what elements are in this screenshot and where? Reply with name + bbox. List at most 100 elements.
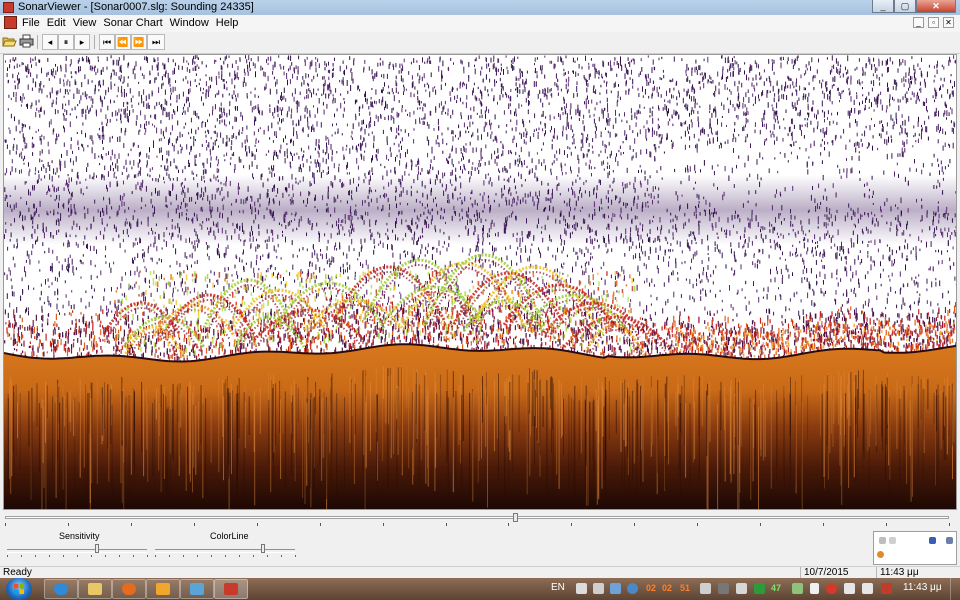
noise-speck: [800, 220, 802, 225]
noise-speck: [347, 90, 349, 94]
noise-speck: [648, 193, 650, 197]
noise-speck: [523, 131, 525, 138]
noise-speck: [689, 112, 690, 117]
noise-speck: [202, 169, 204, 175]
close-button[interactable]: ✕: [916, 0, 956, 13]
noise-speck: [248, 148, 250, 154]
noise-speck: [120, 78, 122, 82]
noise-speck: [798, 68, 800, 71]
noise-speck: [132, 257, 133, 264]
noise-speck: [267, 178, 269, 182]
noise-speck: [460, 182, 462, 189]
noise-speck: [477, 86, 479, 90]
noise-speck: [583, 221, 585, 224]
noise-speck: [32, 244, 34, 249]
noise-speck: [932, 309, 934, 314]
noise-speck: [949, 265, 951, 269]
app-icon[interactable]: [3, 2, 14, 13]
doc-minimize-button[interactable]: _: [913, 17, 924, 28]
noise-speck: [579, 177, 581, 180]
noise-speck: [445, 275, 447, 281]
noise-speck: [319, 162, 321, 167]
noise-speck: [878, 77, 880, 81]
menu-window[interactable]: Window: [170, 17, 216, 29]
noise-speck: [9, 204, 11, 209]
noise-speck: [286, 154, 288, 159]
noise-speck: [785, 306, 787, 312]
noise-speck: [208, 245, 210, 249]
noise-speck: [177, 204, 179, 210]
noise-speck: [378, 278, 380, 281]
noise-speck: [209, 278, 211, 283]
noise-speck: [851, 167, 853, 174]
noise-speck: [789, 84, 791, 89]
doc-close-button[interactable]: ✕: [943, 17, 954, 28]
noise-speck: [778, 244, 780, 249]
print-button[interactable]: [18, 34, 34, 50]
noise-speck: [569, 147, 571, 150]
noise-speck: [736, 61, 738, 65]
noise-speck: [127, 102, 129, 105]
noise-speck: [920, 133, 922, 140]
pause-button[interactable]: ⏸: [58, 34, 74, 50]
menu-file[interactable]: File: [22, 17, 47, 29]
noise-speck: [420, 101, 422, 104]
menu-view[interactable]: View: [73, 17, 104, 29]
noise-speck: [141, 73, 143, 76]
noise-speck: [473, 231, 475, 236]
noise-speck: [618, 63, 619, 69]
doc-restore-button[interactable]: ▫: [928, 17, 939, 28]
noise-speck: [334, 57, 335, 61]
noise-speck: [192, 245, 194, 249]
noise-speck: [726, 229, 728, 236]
document-icon[interactable]: [4, 16, 17, 29]
noise-speck: [91, 104, 93, 108]
menu-edit[interactable]: Edit: [47, 17, 73, 29]
noise-speck: [933, 232, 935, 238]
noise-speck: [525, 128, 527, 132]
step-back-button[interactable]: ◂: [42, 34, 58, 50]
noise-speck: [35, 81, 37, 88]
minimize-button[interactable]: _: [872, 0, 894, 13]
noise-speck: [632, 255, 634, 260]
menu-sonar-chart[interactable]: Sonar Chart: [103, 17, 169, 29]
noise-speck: [666, 90, 667, 97]
noise-speck: [137, 315, 139, 321]
maximize-button[interactable]: ▢: [894, 0, 916, 13]
rewind-button[interactable]: ⏪: [115, 34, 131, 50]
play-button[interactable]: ▸: [74, 34, 90, 50]
noise-speck: [446, 142, 448, 146]
noise-speck: [59, 159, 61, 166]
noise-speck: [823, 222, 825, 227]
noise-speck: [454, 188, 456, 191]
noise-speck: [405, 109, 407, 112]
noise-speck: [182, 169, 184, 174]
title-bar[interactable]: SonarViewer - [Sonar0007.slg: Sounding 2…: [0, 0, 960, 15]
noise-speck: [64, 160, 66, 166]
noise-speck: [156, 102, 158, 106]
noise-speck: [62, 204, 64, 207]
noise-speck: [50, 69, 52, 76]
noise-speck: [826, 81, 828, 86]
noise-speck: [203, 175, 205, 179]
noise-speck: [585, 180, 587, 183]
noise-speck: [772, 131, 774, 135]
noise-speck: [105, 114, 107, 120]
noise-speck: [82, 254, 84, 257]
noise-speck: [405, 232, 407, 238]
noise-speck: [933, 185, 935, 189]
noise-speck: [621, 119, 623, 123]
noise-speck: [81, 82, 83, 88]
fast-forward-button[interactable]: ⏩: [131, 34, 147, 50]
menu-help[interactable]: Help: [216, 17, 246, 29]
skip-end-button[interactable]: ⏭: [147, 34, 165, 50]
skip-start-button[interactable]: ⏮: [99, 34, 115, 50]
noise-speck: [311, 126, 312, 132]
noise-speck: [949, 235, 951, 240]
sonar-chart[interactable]: [3, 54, 957, 510]
noise-speck: [475, 219, 477, 222]
noise-speck: [140, 221, 142, 225]
noise-speck: [30, 57, 32, 64]
open-button[interactable]: [1, 34, 17, 50]
noise-speck: [157, 178, 159, 183]
